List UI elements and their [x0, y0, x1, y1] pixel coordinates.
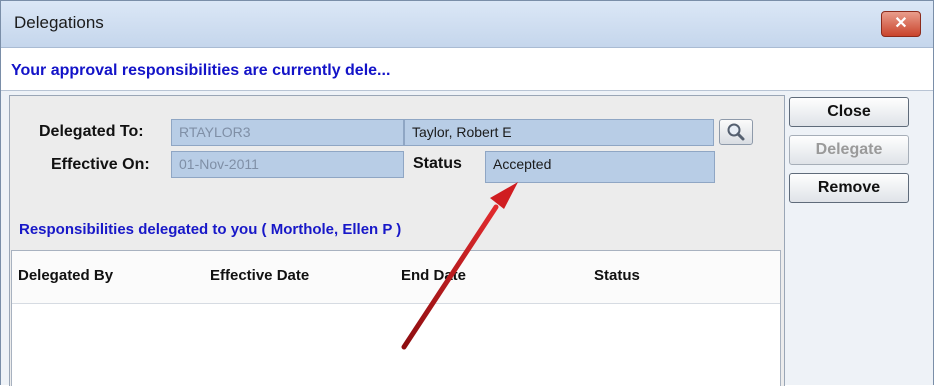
delegations-table[interactable]: Delegated By Effective Date End Date Sta… — [11, 250, 781, 386]
delegated-to-name-field[interactable]: Taylor, Robert E — [404, 119, 714, 146]
remove-button[interactable]: Remove — [789, 173, 909, 203]
effective-on-label: Effective On: — [51, 156, 150, 173]
title-bar: Delegations ✕ — [1, 1, 933, 48]
delegations-window: Delegations ✕ Your approval responsibili… — [0, 0, 934, 386]
column-header[interactable]: Effective Date — [210, 267, 309, 284]
delegate-button[interactable]: Delegate — [789, 135, 909, 165]
magnifier-glyph — [727, 123, 745, 141]
effective-on-field[interactable]: 01-Nov-2011 — [171, 151, 404, 178]
window-title: Delegations — [14, 13, 104, 32]
delegated-to-id-field[interactable]: RTAYLOR3 — [171, 119, 404, 146]
status-banner: Your approval responsibilities are curre… — [1, 48, 933, 91]
status-field[interactable]: Accepted — [485, 151, 715, 183]
close-button[interactable]: Close — [789, 97, 909, 127]
column-header[interactable]: End Date — [401, 267, 466, 284]
section-title: Responsibilities delegated to you ( Mort… — [19, 221, 402, 238]
banner-text: Your approval responsibilities are curre… — [11, 62, 391, 79]
column-header[interactable]: Status — [594, 267, 640, 284]
column-header[interactable]: Delegated By — [18, 267, 113, 284]
magnifier-icon[interactable] — [719, 119, 753, 145]
close-icon[interactable]: ✕ — [881, 11, 921, 37]
table-header: Delegated By Effective Date End Date Sta… — [12, 251, 780, 304]
status-label: Status — [413, 155, 462, 172]
delegated-to-label: Delegated To: — [39, 123, 144, 140]
